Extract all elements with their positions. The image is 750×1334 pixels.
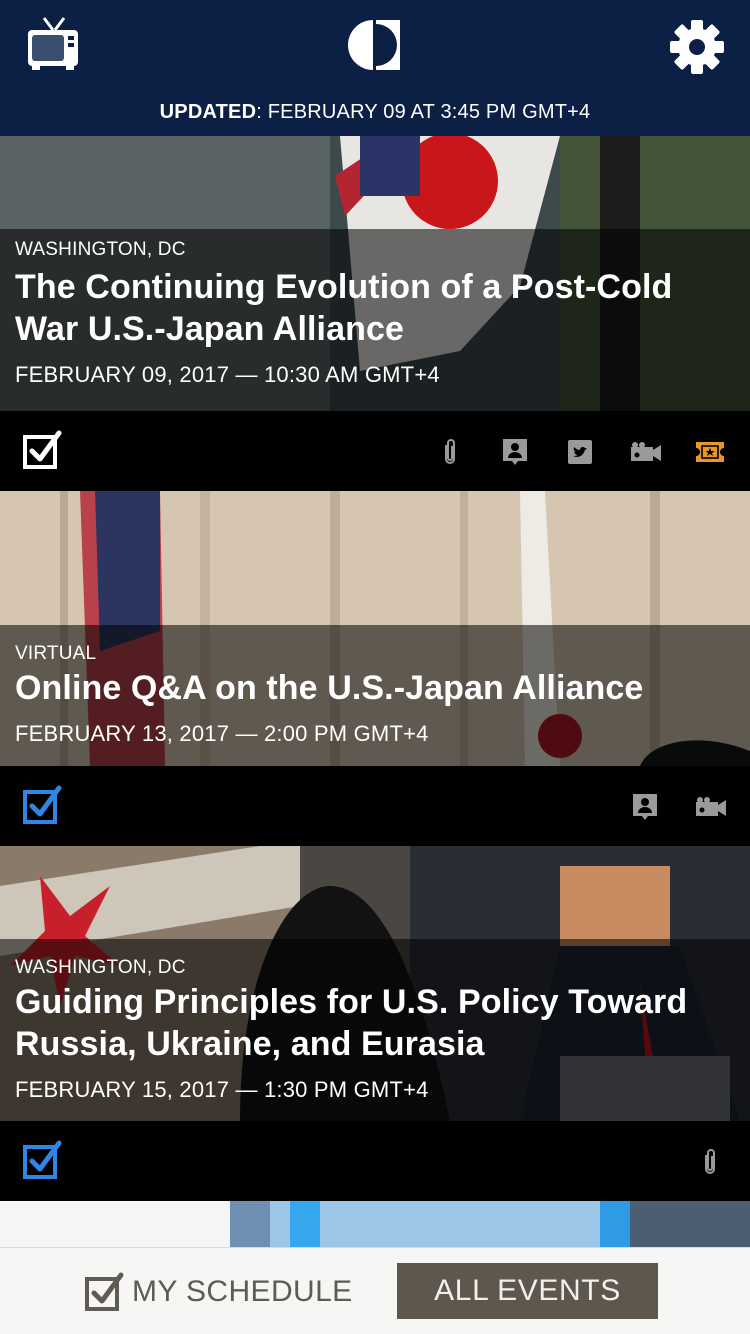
tab-my-schedule-label: MY SCHEDULE xyxy=(132,1275,353,1308)
ticket-icon[interactable] xyxy=(690,437,730,467)
event-actions xyxy=(0,411,750,491)
event-card[interactable]: WASHINGTON, DC Guiding Principles for U.… xyxy=(0,846,750,1201)
checkbox-icon[interactable] xyxy=(22,784,62,826)
brand-logo xyxy=(346,18,402,72)
event-date: FEBRUARY 13, 2017 — 2:00 PM GMT+4 xyxy=(15,721,429,746)
app-header: UPDATED: FEBRUARY 09 AT 3:45 PM GMT+4 xyxy=(0,0,750,136)
bottom-tab-bar: MY SCHEDULE ALL EVENTS xyxy=(0,1247,750,1334)
tab-all-events-label: ALL EVENTS xyxy=(434,1274,621,1307)
event-date: FEBRUARY 09, 2017 — 10:30 AM GMT+4 xyxy=(15,362,440,387)
video-camera-icon[interactable] xyxy=(690,792,730,822)
event-location: WASHINGTON, DC xyxy=(15,239,186,260)
tv-icon[interactable] xyxy=(22,16,84,72)
event-card[interactable]: VIRTUAL Online Q&A on the U.S.-Japan All… xyxy=(0,491,750,846)
checkbox-icon[interactable] xyxy=(22,429,62,471)
paperclip-icon[interactable] xyxy=(690,1147,730,1177)
event-date: FEBRUARY 15, 2017 — 1:30 PM GMT+4 xyxy=(15,1077,429,1102)
speaker-badge-icon[interactable] xyxy=(495,437,535,467)
paperclip-icon[interactable] xyxy=(430,437,470,467)
event-image: WASHINGTON, DC The Continuing Evolution … xyxy=(0,136,750,411)
twitter-icon[interactable] xyxy=(560,437,600,467)
event-title[interactable]: The Continuing Evolution of a Post-Cold … xyxy=(15,266,735,350)
video-camera-icon[interactable] xyxy=(625,437,665,467)
event-image: VIRTUAL Online Q&A on the U.S.-Japan All… xyxy=(0,491,750,766)
event-card[interactable]: WASHINGTON, DC The Continuing Evolution … xyxy=(0,136,750,491)
gear-icon[interactable] xyxy=(668,18,726,76)
event-info: WASHINGTON, DC The Continuing Evolution … xyxy=(0,229,750,411)
event-location: WASHINGTON, DC xyxy=(15,957,186,978)
checkbox-icon[interactable] xyxy=(22,1139,62,1181)
event-info: VIRTUAL Online Q&A on the U.S.-Japan All… xyxy=(0,625,750,766)
event-actions xyxy=(0,1121,750,1201)
event-info: WASHINGTON, DC Guiding Principles for U.… xyxy=(0,939,750,1121)
event-location: VIRTUAL xyxy=(15,643,97,664)
tab-my-schedule[interactable]: MY SCHEDULE xyxy=(84,1264,353,1320)
event-image-partial[interactable] xyxy=(0,1201,750,1247)
last-updated: UPDATED: FEBRUARY 09 AT 3:45 PM GMT+4 xyxy=(159,101,591,123)
checkbox-icon xyxy=(85,1272,124,1311)
speaker-badge-icon[interactable] xyxy=(625,792,665,822)
event-actions xyxy=(0,766,750,846)
event-image: WASHINGTON, DC Guiding Principles for U.… xyxy=(0,846,750,1121)
event-title[interactable]: Guiding Principles for U.S. Policy Towar… xyxy=(15,981,735,1065)
event-title[interactable]: Online Q&A on the U.S.-Japan Alliance xyxy=(15,667,735,709)
tab-all-events[interactable]: ALL EVENTS xyxy=(397,1263,658,1319)
